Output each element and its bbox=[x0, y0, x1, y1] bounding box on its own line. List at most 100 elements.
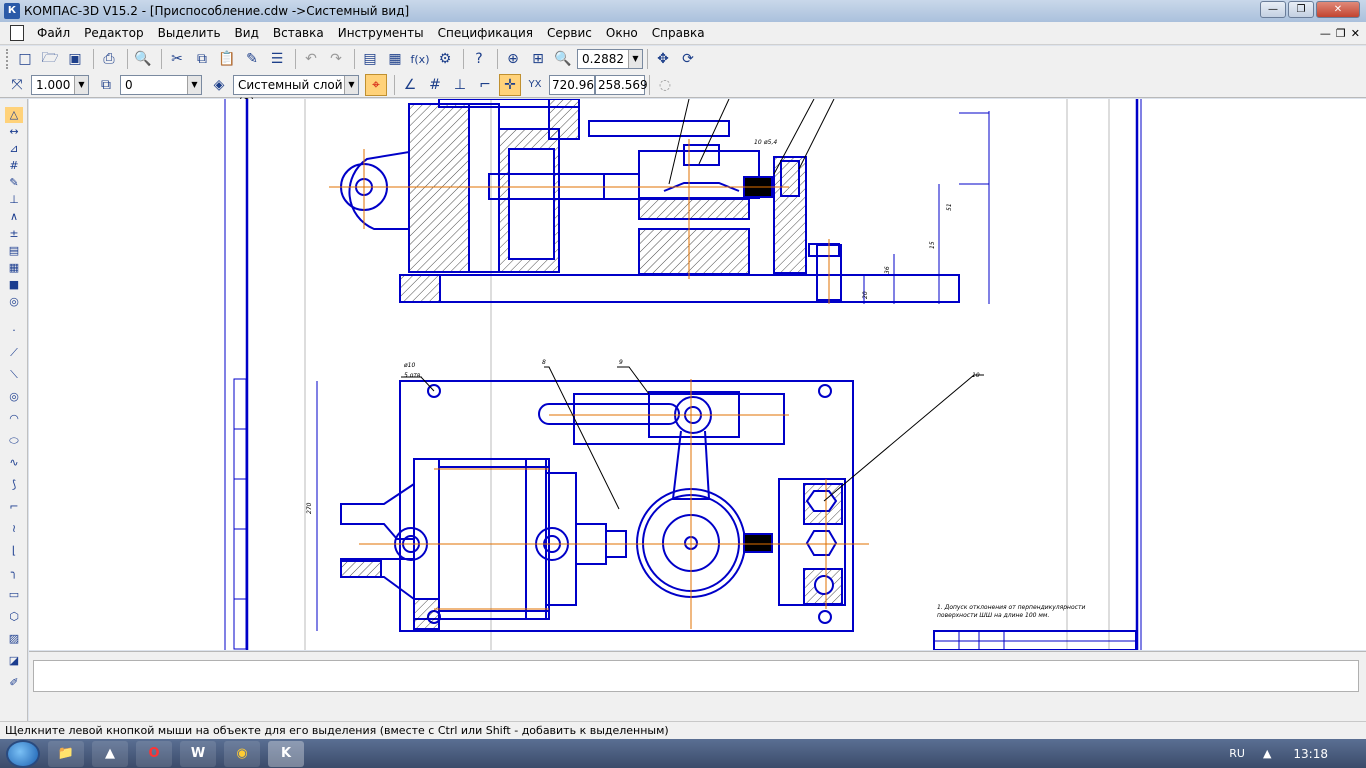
app-triangle-icon[interactable]: ▲ bbox=[92, 740, 128, 767]
command-input[interactable] bbox=[33, 660, 1359, 692]
help-pointer-icon[interactable]: ? bbox=[468, 48, 490, 70]
menu-help[interactable]: Справка bbox=[645, 22, 712, 45]
format-brush-icon[interactable]: ✎ bbox=[241, 48, 263, 70]
clock[interactable]: 13:18 bbox=[1293, 747, 1328, 761]
variables-icon[interactable]: f(x) bbox=[409, 48, 431, 70]
designations-panel-icon[interactable]: ⊿ bbox=[5, 141, 23, 157]
drawing-svg[interactable]: ø10 5 отв. 270 51 15 36 20 10 ø5,4 8 9 1… bbox=[29, 99, 1366, 650]
menu-window[interactable]: Окно bbox=[599, 22, 645, 45]
zoom-combo[interactable]: 0.2882 ▼ bbox=[577, 49, 643, 69]
fillet-tool-icon[interactable]: ╮ bbox=[5, 565, 23, 581]
chevron-down-icon[interactable]: ▼ bbox=[628, 50, 642, 68]
curve-tool-icon[interactable]: ⟆ bbox=[5, 477, 23, 493]
menu-view[interactable]: Вид bbox=[228, 22, 266, 45]
grid-icon[interactable]: # bbox=[424, 74, 446, 96]
zoom-window-icon[interactable]: ⊕ bbox=[502, 48, 524, 70]
menu-tools[interactable]: Инструменты bbox=[331, 22, 431, 45]
arc-tool-icon[interactable]: ◠ bbox=[5, 411, 23, 427]
snap-toggle-icon[interactable]: ✛ bbox=[499, 73, 521, 96]
nurbs-tool-icon[interactable]: ≀ bbox=[5, 521, 23, 537]
coord-x-field[interactable]: 720.9636 bbox=[549, 74, 609, 95]
library-panel-icon[interactable]: ◎ bbox=[5, 294, 23, 310]
drawing-canvas[interactable]: ø10 5 отв. 270 51 15 36 20 10 ø5,4 8 9 1… bbox=[29, 99, 1366, 650]
properties-icon[interactable]: ☰ bbox=[266, 48, 288, 70]
scale-combo[interactable]: 1.000 ▼ bbox=[31, 74, 89, 95]
open-folder-icon[interactable]: 🗁 bbox=[39, 48, 61, 70]
chevron-down-icon[interactable]: ▼ bbox=[187, 75, 201, 94]
measure-panel-icon[interactable]: ⊥ bbox=[5, 192, 23, 208]
zoom-in-icon[interactable]: 🔍 bbox=[552, 48, 574, 70]
library-icon[interactable]: ▦ bbox=[384, 48, 406, 70]
mdi-close-button[interactable]: ✕ bbox=[1351, 27, 1360, 40]
chrome-icon[interactable]: ◉ bbox=[224, 740, 260, 767]
opera-icon[interactable]: O bbox=[136, 740, 172, 767]
segment-tool-icon[interactable]: ⟍ bbox=[5, 367, 23, 383]
reports-panel-icon[interactable]: ▤ bbox=[5, 243, 23, 259]
manager-icon[interactable]: ▤ bbox=[359, 48, 381, 70]
fill-tool-icon[interactable]: ◪ bbox=[5, 653, 23, 669]
kompas-task-icon[interactable]: K bbox=[268, 740, 304, 767]
language-indicator[interactable]: RU bbox=[1229, 747, 1245, 760]
chevron-down-icon[interactable]: ▼ bbox=[344, 75, 358, 94]
aux-line-tool-icon[interactable]: ⟋ bbox=[5, 345, 23, 361]
spline-tool-icon[interactable]: ∿ bbox=[5, 455, 23, 471]
preview-icon[interactable]: 🔍 bbox=[132, 48, 154, 70]
coordinates-icon[interactable]: YX bbox=[524, 74, 546, 96]
polygon-tool-icon[interactable]: ⬡ bbox=[5, 609, 23, 625]
coord-y-field[interactable]: 258.569 bbox=[595, 74, 648, 95]
pan-icon[interactable]: ✥ bbox=[652, 48, 674, 70]
menu-file[interactable]: Файл bbox=[30, 22, 77, 45]
undo-icon[interactable]: ↶ bbox=[300, 48, 322, 70]
minimize-button[interactable]: — bbox=[1260, 1, 1286, 18]
new-document-icon[interactable]: □ bbox=[14, 48, 36, 70]
circle-tool-icon[interactable]: ◎ bbox=[5, 389, 23, 405]
plan-view[interactable] bbox=[316, 380, 854, 632]
close-button[interactable]: ✕ bbox=[1316, 1, 1360, 18]
cut-icon[interactable]: ✂ bbox=[166, 48, 188, 70]
layer-icon[interactable]: ◈ bbox=[208, 74, 230, 96]
rectangle-tool-icon[interactable]: ▭ bbox=[5, 587, 23, 603]
spec-panel-icon[interactable]: ± bbox=[5, 226, 23, 242]
apply-icon[interactable]: ◌ bbox=[654, 74, 676, 96]
redo-icon[interactable]: ↷ bbox=[325, 48, 347, 70]
state-icon[interactable]: ⧉ bbox=[95, 74, 117, 96]
menu-insert[interactable]: Вставка bbox=[266, 22, 331, 45]
zoom-all-icon[interactable]: ⊞ bbox=[527, 48, 549, 70]
insert-panel-icon[interactable]: ▦ bbox=[5, 260, 23, 276]
maximize-button[interactable]: ❐ bbox=[1288, 1, 1314, 18]
mdi-restore-button[interactable]: ❐ bbox=[1336, 27, 1346, 40]
mdi-minimize-button[interactable]: — bbox=[1320, 27, 1331, 40]
explorer-icon[interactable]: 📁 bbox=[48, 740, 84, 767]
select-panel-icon[interactable]: ∧ bbox=[5, 209, 23, 225]
polyline-tool-icon[interactable]: ⌐ bbox=[5, 499, 23, 515]
print-icon[interactable]: ⎙ bbox=[98, 48, 120, 70]
paste-icon[interactable]: 📋 bbox=[216, 48, 238, 70]
dimensions-panel-icon[interactable]: ↔ bbox=[5, 124, 23, 140]
copy-icon[interactable]: ⧉ bbox=[191, 48, 213, 70]
chamfer-tool-icon[interactable]: ⌊ bbox=[5, 543, 23, 559]
ellipse-tool-icon[interactable]: ⬭ bbox=[5, 433, 23, 449]
menu-service[interactable]: Сервис bbox=[540, 22, 599, 45]
state-combo[interactable]: 0 ▼ bbox=[120, 74, 202, 95]
calculator-icon[interactable]: ⚙ bbox=[434, 48, 456, 70]
hatch-tool-icon[interactable]: ▨ bbox=[5, 631, 23, 647]
ortho-icon[interactable]: ∠ bbox=[399, 74, 421, 96]
ortho-mode-icon[interactable]: ⌐ bbox=[474, 74, 496, 96]
contour-tool-icon[interactable]: ✐ bbox=[5, 675, 23, 691]
word-icon[interactable]: W bbox=[180, 740, 216, 767]
point-tool-icon[interactable]: · bbox=[5, 323, 23, 339]
menu-select[interactable]: Выделить bbox=[151, 22, 228, 45]
toolbar-grip[interactable] bbox=[6, 49, 10, 69]
fragment-panel-icon[interactable]: ■ bbox=[5, 277, 23, 293]
layer-combo[interactable]: Системный слой (0)▼ bbox=[233, 74, 359, 110]
menu-editor[interactable]: Редактор bbox=[77, 22, 150, 45]
local-cs-icon[interactable]: ⊥ bbox=[449, 74, 471, 96]
param-panel-icon[interactable]: ✎ bbox=[5, 175, 23, 191]
section-view[interactable] bbox=[340, 99, 990, 304]
geometry-panel-icon[interactable]: △ bbox=[5, 107, 23, 123]
tray-arrow-icon[interactable]: ▲ bbox=[1263, 747, 1271, 760]
document-icon[interactable] bbox=[10, 25, 24, 41]
edit-panel-icon[interactable]: # bbox=[5, 158, 23, 174]
scale-icon[interactable]: ⤧ bbox=[6, 74, 28, 96]
save-icon[interactable]: ▣ bbox=[64, 48, 86, 70]
